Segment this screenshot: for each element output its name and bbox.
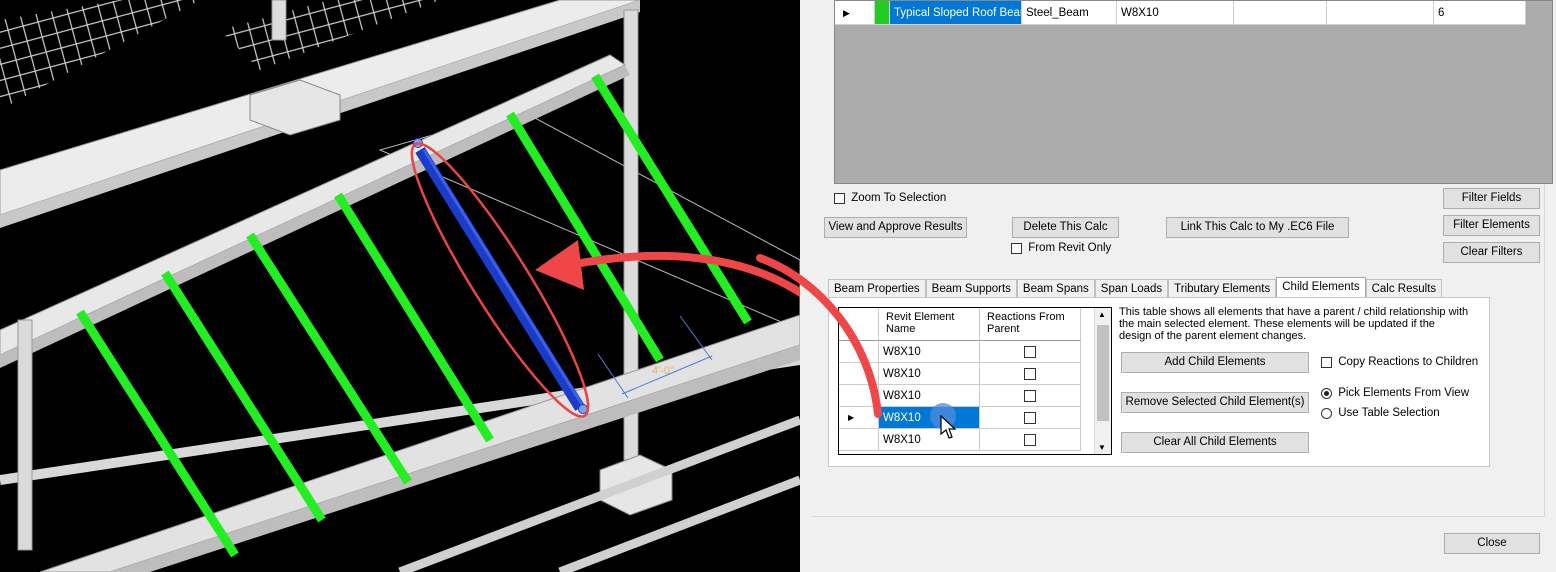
tab-span-loads[interactable]: Span Loads bbox=[1094, 279, 1169, 299]
steel-column bbox=[271, 0, 287, 41]
row-indicator[interactable] bbox=[839, 385, 879, 407]
reactions-cell[interactable] bbox=[980, 429, 1081, 451]
arrow-pointer-icon bbox=[940, 415, 957, 439]
radio-unselected-icon[interactable] bbox=[1321, 407, 1332, 419]
child-grid-scrollbar[interactable]: ▲ ▼ bbox=[1094, 308, 1111, 454]
copy-reactions-checkbox[interactable]: Copy Reactions to Children bbox=[1321, 356, 1478, 368]
material-cell[interactable]: Steel_Beam bbox=[1022, 1, 1117, 25]
size-cell[interactable]: W8X10 bbox=[1117, 1, 1234, 25]
pick-from-view-radio[interactable]: Pick Elements From View bbox=[1321, 387, 1469, 399]
row-pointer-icon: ▶ bbox=[848, 413, 855, 422]
delete-calc-button[interactable]: Delete This Calc bbox=[1012, 217, 1119, 238]
close-button[interactable]: Close bbox=[1444, 533, 1540, 554]
use-table-selection-radio[interactable]: Use Table Selection bbox=[1321, 407, 1440, 419]
checkbox-box[interactable] bbox=[1011, 242, 1022, 254]
child-elements-description: This table shows all elements that have … bbox=[1119, 306, 1469, 342]
grid-cell[interactable] bbox=[1327, 1, 1434, 25]
tab-child-elements[interactable]: Child Elements bbox=[1276, 277, 1366, 299]
column-header-name[interactable]: Revit Element Name bbox=[879, 308, 980, 341]
row-indicator[interactable]: ▶ bbox=[839, 407, 879, 429]
tab-tributary-elements[interactable]: Tributary Elements bbox=[1168, 279, 1277, 299]
reactions-checkbox[interactable] bbox=[1024, 411, 1036, 424]
count-cell[interactable]: 6 bbox=[1434, 1, 1526, 25]
dimension-label: 4'-0" bbox=[652, 365, 674, 377]
row-indicator[interactable] bbox=[839, 429, 879, 451]
grid-cell[interactable] bbox=[1234, 1, 1327, 25]
reactions-cell[interactable] bbox=[980, 385, 1081, 407]
from-revit-only-label: From Revit Only bbox=[1028, 242, 1112, 254]
steel-column bbox=[17, 319, 33, 551]
row-header-corner bbox=[839, 308, 879, 341]
tab-beam-supports[interactable]: Beam Supports bbox=[925, 279, 1017, 299]
results-grid[interactable]: ▶ Typical Sloped Roof Beam Steel_Beam W8… bbox=[834, 0, 1553, 184]
zoom-to-selection-checkbox[interactable]: Zoom To Selection bbox=[834, 192, 946, 204]
reactions-checkbox[interactable] bbox=[1024, 433, 1036, 446]
reactions-checkbox[interactable] bbox=[1024, 389, 1036, 402]
scroll-down-icon[interactable]: ▼ bbox=[1098, 443, 1106, 452]
reactions-cell[interactable] bbox=[980, 341, 1081, 363]
row-indicator[interactable]: ▶ bbox=[835, 1, 875, 25]
reactions-checkbox[interactable] bbox=[1024, 367, 1036, 380]
scroll-up-icon[interactable]: ▲ bbox=[1098, 310, 1106, 319]
child-name-cell[interactable]: W8X10 bbox=[879, 385, 980, 407]
from-revit-only-checkbox[interactable]: From Revit Only bbox=[1011, 242, 1111, 254]
reactions-cell[interactable] bbox=[980, 363, 1081, 385]
use-table-selection-label: Use Table Selection bbox=[1338, 407, 1440, 419]
copy-reactions-label: Copy Reactions to Children bbox=[1338, 356, 1479, 368]
clear-filters-button[interactable]: Clear Filters bbox=[1443, 242, 1540, 263]
zoom-to-selection-label: Zoom To Selection bbox=[851, 192, 947, 204]
radio-selected-icon[interactable] bbox=[1321, 387, 1332, 399]
filter-elements-button[interactable]: Filter Elements bbox=[1443, 215, 1540, 236]
calc-dialog: ▶ Typical Sloped Roof Beam Steel_Beam W8… bbox=[800, 0, 1556, 572]
reactions-checkbox[interactable] bbox=[1024, 345, 1036, 358]
child-name-cell[interactable]: W8X10 bbox=[879, 363, 980, 385]
row-indicator[interactable] bbox=[839, 363, 879, 385]
tab-beam-spans[interactable]: Beam Spans bbox=[1016, 279, 1095, 299]
checkbox-box[interactable] bbox=[1321, 356, 1332, 368]
pick-from-view-label: Pick Elements From View bbox=[1338, 387, 1469, 399]
view-approve-results-button[interactable]: View and Approve Results bbox=[824, 217, 967, 238]
row-pointer-icon: ▶ bbox=[843, 8, 850, 18]
scroll-thumb[interactable] bbox=[1097, 325, 1109, 421]
revit-3d-viewport[interactable]: 4'-0" bbox=[0, 0, 800, 572]
filter-fields-button[interactable]: Filter Fields bbox=[1443, 188, 1540, 209]
column-header-reactions[interactable]: Reactions From Parent bbox=[980, 308, 1081, 341]
tab-calc-results[interactable]: Calc Results bbox=[1365, 279, 1443, 299]
row-indicator[interactable] bbox=[839, 341, 879, 363]
clear-all-child-elements-button[interactable]: Clear All Child Elements bbox=[1121, 432, 1309, 453]
status-color-cell bbox=[875, 1, 890, 25]
child-elements-grid[interactable]: Revit Element Name Reactions From Parent… bbox=[838, 307, 1112, 455]
add-child-elements-button[interactable]: Add Child Elements bbox=[1121, 352, 1309, 373]
link-calc-ec6-button[interactable]: Link This Calc to My .EC6 File bbox=[1166, 217, 1349, 238]
reactions-cell[interactable] bbox=[980, 407, 1081, 429]
tab-beam-properties[interactable]: Beam Properties bbox=[828, 279, 926, 299]
child-name-cell[interactable]: W8X10 bbox=[879, 341, 980, 363]
steel-girder bbox=[39, 314, 800, 572]
element-name-cell[interactable]: Typical Sloped Roof Beam bbox=[890, 1, 1022, 25]
remove-selected-child-button[interactable]: Remove Selected Child Element(s) bbox=[1121, 392, 1309, 413]
dialog-panel: ▶ Typical Sloped Roof Beam Steel_Beam W8… bbox=[812, 0, 1553, 517]
structural-model-drawing: 4'-0" bbox=[0, 0, 800, 572]
roof-truss bbox=[0, 0, 200, 110]
table-row[interactable]: ▶ Typical Sloped Roof Beam Steel_Beam W8… bbox=[835, 1, 1526, 25]
detail-tabs: Beam Properties Beam Supports Beam Spans… bbox=[828, 277, 1443, 299]
checkbox-box[interactable] bbox=[834, 192, 845, 204]
child-elements-panel: Revit Element Name Reactions From Parent… bbox=[828, 297, 1490, 467]
child-name-cell[interactable]: W8X10 bbox=[879, 429, 980, 451]
